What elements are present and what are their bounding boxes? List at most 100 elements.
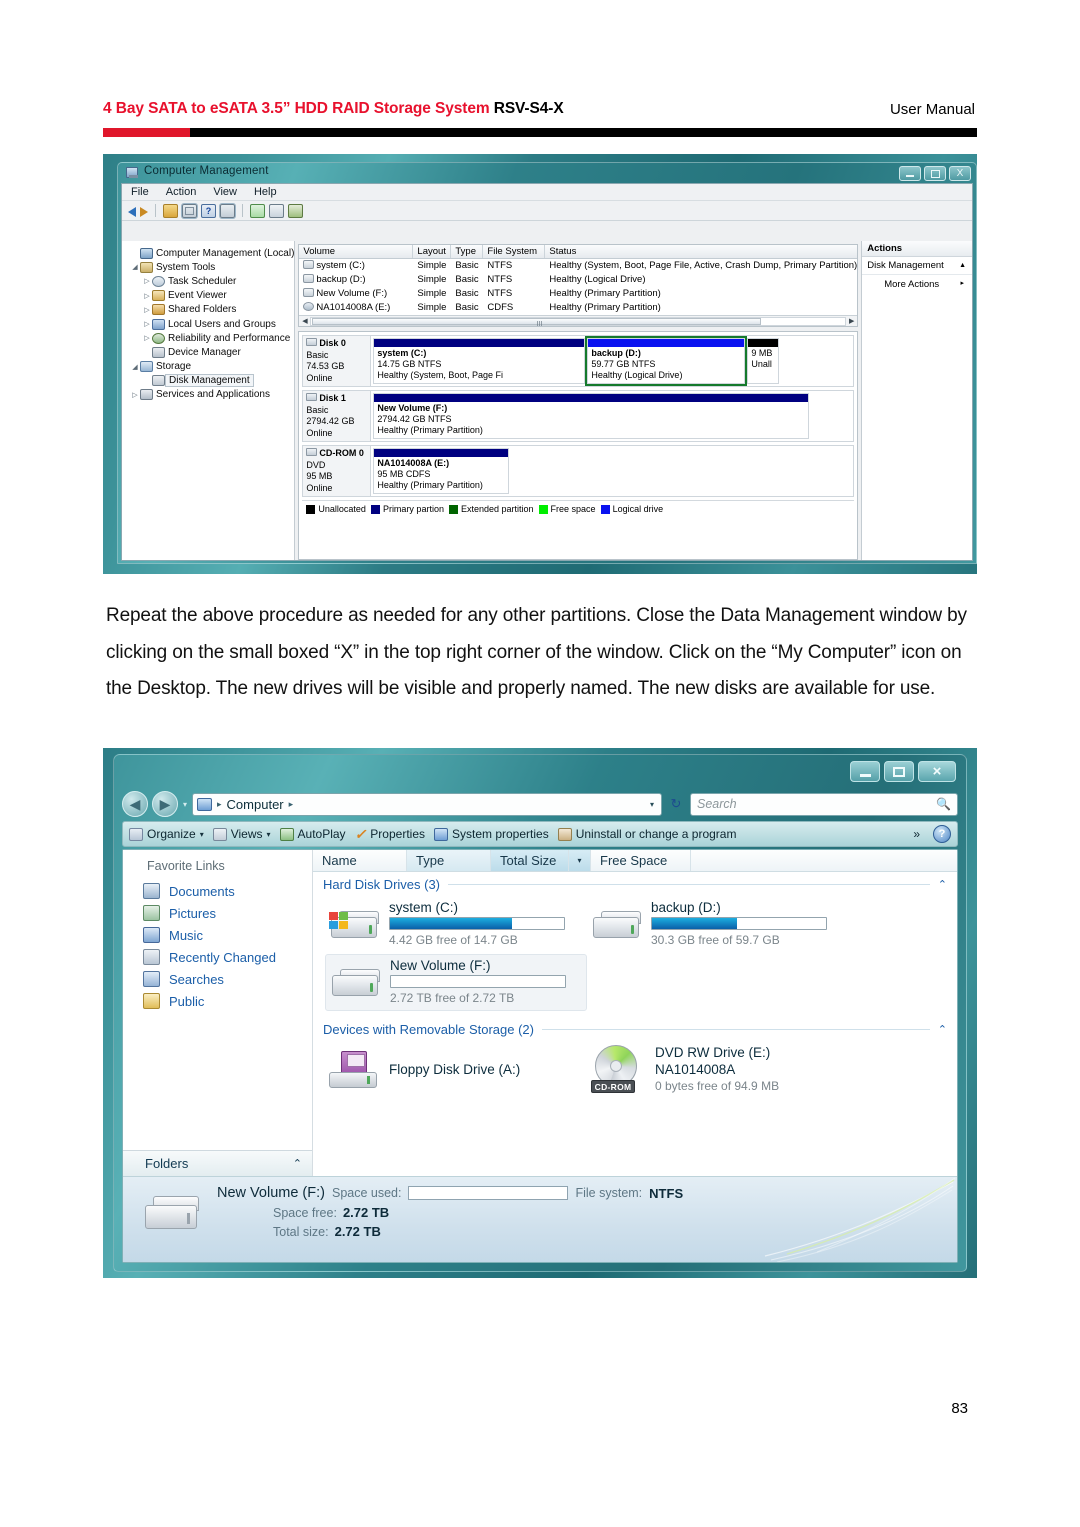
scroll-track[interactable]: III bbox=[310, 316, 847, 328]
disk-row[interactable]: Disk 1 Basic 2794.42 GB Online New Volum… bbox=[302, 390, 855, 442]
sidebar-item-documents[interactable]: Documents bbox=[123, 880, 312, 902]
volume-table-scrollbar[interactable]: ◀ III ▶ bbox=[299, 315, 858, 328]
breadcrumb-separator[interactable]: ▸ bbox=[217, 799, 222, 810]
chevron-up-icon[interactable]: ⌃ bbox=[938, 878, 947, 891]
twisty[interactable]: ▷ bbox=[142, 320, 152, 328]
help-icon[interactable]: ? bbox=[201, 203, 216, 218]
help-icon[interactable]: ? bbox=[933, 825, 951, 843]
forward-arrow-icon[interactable] bbox=[140, 206, 148, 217]
show-hide-tree-icon[interactable] bbox=[181, 202, 198, 219]
chevron-down-icon[interactable]: ▾ bbox=[182, 800, 188, 809]
explorer-maximize-button[interactable] bbox=[884, 761, 914, 782]
sidebar-item-music[interactable]: Music bbox=[123, 924, 312, 946]
disk-row[interactable]: CD-ROM 0 DVD 95 MB Online NA1014008A (E:… bbox=[302, 445, 855, 497]
sidebar-item-recently-changed[interactable]: Recently Changed bbox=[123, 946, 312, 968]
tree-item-shared-folders[interactable]: ▷ Shared Folders bbox=[126, 303, 294, 317]
sidebar-item-pictures[interactable]: Pictures bbox=[123, 902, 312, 924]
column-header-type[interactable]: Type bbox=[451, 245, 484, 258]
toolbar-overflow-button[interactable]: » bbox=[913, 827, 924, 841]
toolbar-organize-button[interactable]: Organize ▾ bbox=[129, 827, 204, 841]
column-sort-dropdown-icon[interactable]: ▾ bbox=[569, 850, 591, 871]
table-row[interactable]: New Volume (F:) Simple Basic NTFS Health… bbox=[299, 287, 857, 301]
tree-item-task-scheduler[interactable]: ▷ Task Scheduler bbox=[126, 274, 294, 288]
cm-maximize-button[interactable] bbox=[924, 166, 946, 181]
toolbar-autoplay-button[interactable]: AutoPlay bbox=[279, 827, 346, 841]
column-header-status[interactable]: Status bbox=[545, 245, 857, 258]
group-header-removable-storage[interactable]: Devices with Removable Storage (2) ⌃ bbox=[313, 1017, 957, 1040]
column-header-file-system[interactable]: File System bbox=[483, 245, 546, 258]
cm-minimize-button[interactable] bbox=[899, 166, 921, 181]
refresh-icon[interactable]: ↻ bbox=[666, 793, 686, 815]
twisty[interactable]: ▷ bbox=[130, 391, 140, 399]
up-folder-icon[interactable] bbox=[163, 203, 178, 218]
refresh-icon[interactable] bbox=[250, 203, 265, 218]
tree-item-event-viewer[interactable]: ▷ Event Viewer bbox=[126, 289, 294, 303]
partition-na1014008a-e[interactable]: NA1014008A (E:) 95 MB CDFS Healthy (Prim… bbox=[373, 448, 510, 494]
menu-action[interactable]: Action bbox=[166, 186, 197, 198]
forward-button[interactable]: ▶ bbox=[152, 791, 178, 817]
tree-item-local-users-and-groups[interactable]: ▷ Local Users and Groups bbox=[126, 317, 294, 331]
sidebar-item-public[interactable]: Public bbox=[123, 990, 312, 1012]
explorer-close-button[interactable]: × bbox=[918, 761, 956, 782]
drive-item-floppy-a[interactable]: Floppy Disk Drive (A:) bbox=[325, 1042, 587, 1098]
partition-system-c[interactable]: system (C:) 14.75 GB NTFS Healthy (Syste… bbox=[373, 338, 586, 384]
column-header-total-size[interactable]: Total Size bbox=[491, 850, 569, 871]
tree-item-disk-management[interactable]: Disk Management bbox=[126, 374, 294, 388]
chevron-down-icon[interactable]: ▾ bbox=[650, 800, 657, 809]
drive-item-dvd-rw-e[interactable]: CD-ROM DVD RW Drive (E:) NA1014008A 0 by… bbox=[587, 1042, 849, 1098]
drive-item-system-c[interactable]: system (C:) 4.42 GB free of 14.7 GB bbox=[325, 897, 587, 952]
partition-new-volume-f[interactable]: New Volume (F:) 2794.42 GB NTFS Healthy … bbox=[373, 393, 810, 439]
menu-help[interactable]: Help bbox=[254, 186, 277, 198]
twisty[interactable]: ▷ bbox=[142, 292, 152, 300]
twisty[interactable]: ◢ bbox=[130, 363, 140, 371]
tree-item-storage[interactable]: ◢ Storage bbox=[126, 360, 294, 374]
tree-item-device-manager[interactable]: Device Manager bbox=[126, 345, 294, 359]
chevron-up-icon[interactable]: ▲ bbox=[959, 262, 966, 269]
table-row[interactable]: NA1014008A (E:) Simple Basic CDFS Health… bbox=[299, 301, 857, 315]
scroll-thumb[interactable]: III bbox=[312, 317, 761, 328]
tree-item-reliability-and-performance[interactable]: ▷ Reliability and Performance bbox=[126, 331, 294, 345]
properties-list-icon[interactable] bbox=[219, 202, 236, 219]
tree-item-system-tools[interactable]: ◢ System Tools bbox=[126, 260, 294, 274]
cm-close-button[interactable]: X bbox=[949, 166, 971, 181]
toolbar-uninstall-button[interactable]: Uninstall or change a program bbox=[557, 827, 736, 841]
table-row[interactable]: backup (D:) Simple Basic NTFS Healthy (L… bbox=[299, 273, 857, 287]
actions-group-disk-management[interactable]: Disk Management ▲ bbox=[862, 257, 972, 275]
disk-row[interactable]: Disk 0 Basic 74.53 GB Online system (C:) bbox=[302, 335, 855, 387]
chevron-up-icon[interactable]: ⌃ bbox=[938, 1023, 947, 1036]
actions-item-more-actions[interactable]: More Actions ▸ bbox=[862, 275, 972, 294]
toolbar-properties-button[interactable]: ✓ Properties bbox=[355, 826, 425, 843]
drive-item-new-volume-f[interactable]: New Volume (F:) 2.72 TB free of 2.72 TB bbox=[325, 954, 587, 1011]
twisty[interactable]: ▷ bbox=[142, 334, 152, 342]
disk-tool-icon[interactable] bbox=[288, 203, 303, 218]
breadcrumb-separator[interactable]: ▸ bbox=[289, 799, 294, 810]
column-header-volume[interactable]: Volume bbox=[299, 245, 414, 258]
search-input[interactable]: Search 🔍 bbox=[690, 792, 958, 816]
column-header-type[interactable]: Type bbox=[407, 850, 491, 871]
export-list-icon[interactable] bbox=[269, 203, 284, 218]
scroll-left-arrow-icon[interactable]: ◀ bbox=[299, 317, 310, 325]
partition-unallocated[interactable]: 9 MB Unall bbox=[747, 338, 780, 384]
toolbar-views-button[interactable]: Views ▾ bbox=[212, 827, 271, 841]
scroll-right-arrow-icon[interactable]: ▶ bbox=[846, 317, 857, 325]
column-header-free-space[interactable]: Free Space bbox=[591, 850, 691, 871]
drive-item-backup-d[interactable]: backup (D:) 30.3 GB free of 59.7 GB bbox=[587, 897, 849, 952]
breadcrumb-computer[interactable]: Computer bbox=[227, 797, 284, 812]
toolbar-system-properties-button[interactable]: System properties bbox=[434, 827, 549, 841]
menu-file[interactable]: File bbox=[131, 186, 149, 198]
folders-pane-toggle[interactable]: Folders ⌃ bbox=[123, 1150, 312, 1176]
tree-item-computer-management[interactable]: Computer Management (Local) bbox=[126, 246, 294, 260]
twisty[interactable]: ◢ bbox=[130, 263, 140, 271]
back-button[interactable]: ◀ bbox=[122, 791, 148, 817]
partition-backup-d[interactable]: backup (D:) 59.77 GB NTFS Healthy (Logic… bbox=[585, 336, 748, 386]
explorer-minimize-button[interactable] bbox=[850, 761, 880, 782]
address-input[interactable]: ▸ Computer ▸ ▾ bbox=[192, 792, 662, 816]
table-row[interactable]: system (C:) Simple Basic NTFS Healthy (S… bbox=[299, 259, 857, 273]
sidebar-item-searches[interactable]: Searches bbox=[123, 968, 312, 990]
column-header-name[interactable]: Name bbox=[313, 850, 407, 871]
tree-item-services-and-applications[interactable]: ▷ Services and Applications bbox=[126, 388, 294, 402]
column-header-layout[interactable]: Layout bbox=[413, 245, 452, 258]
back-arrow-icon[interactable] bbox=[128, 206, 136, 217]
twisty[interactable]: ▷ bbox=[142, 306, 152, 314]
group-header-hard-disk-drives[interactable]: Hard Disk Drives (3) ⌃ bbox=[313, 872, 957, 895]
